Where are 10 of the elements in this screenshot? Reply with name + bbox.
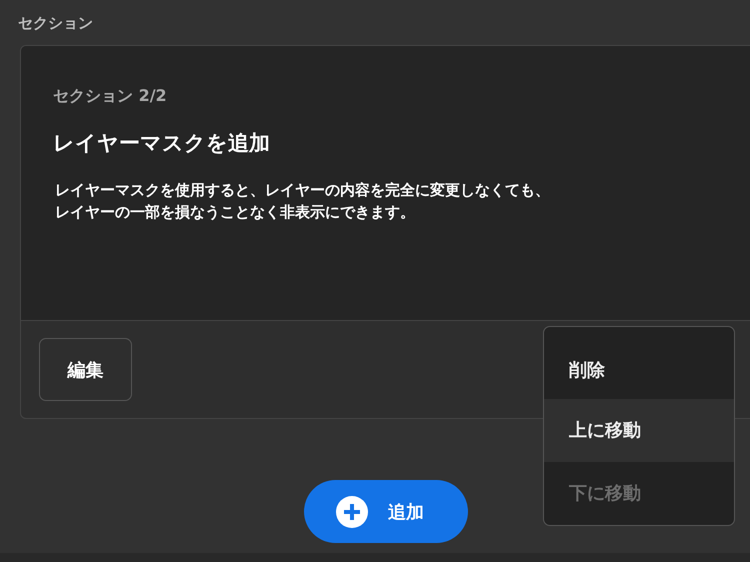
description-line: レイヤーマスクを使用すると、レイヤーの内容を完全に変更しなくても、: [55, 180, 550, 201]
plus-icon: [336, 496, 368, 528]
add-button[interactable]: 追加: [304, 480, 468, 543]
section-counter: セクション 2/2: [53, 86, 168, 107]
section-heading: セクション: [18, 14, 94, 34]
card-title: レイヤーマスクを追加: [53, 130, 271, 157]
menu-item[interactable]: 削除: [544, 327, 734, 399]
description-line: レイヤーの一部を損なうことなく非表示にできます。: [55, 202, 415, 223]
edit-button[interactable]: 編集: [39, 338, 132, 401]
menu-item[interactable]: 上に移動: [544, 399, 734, 462]
